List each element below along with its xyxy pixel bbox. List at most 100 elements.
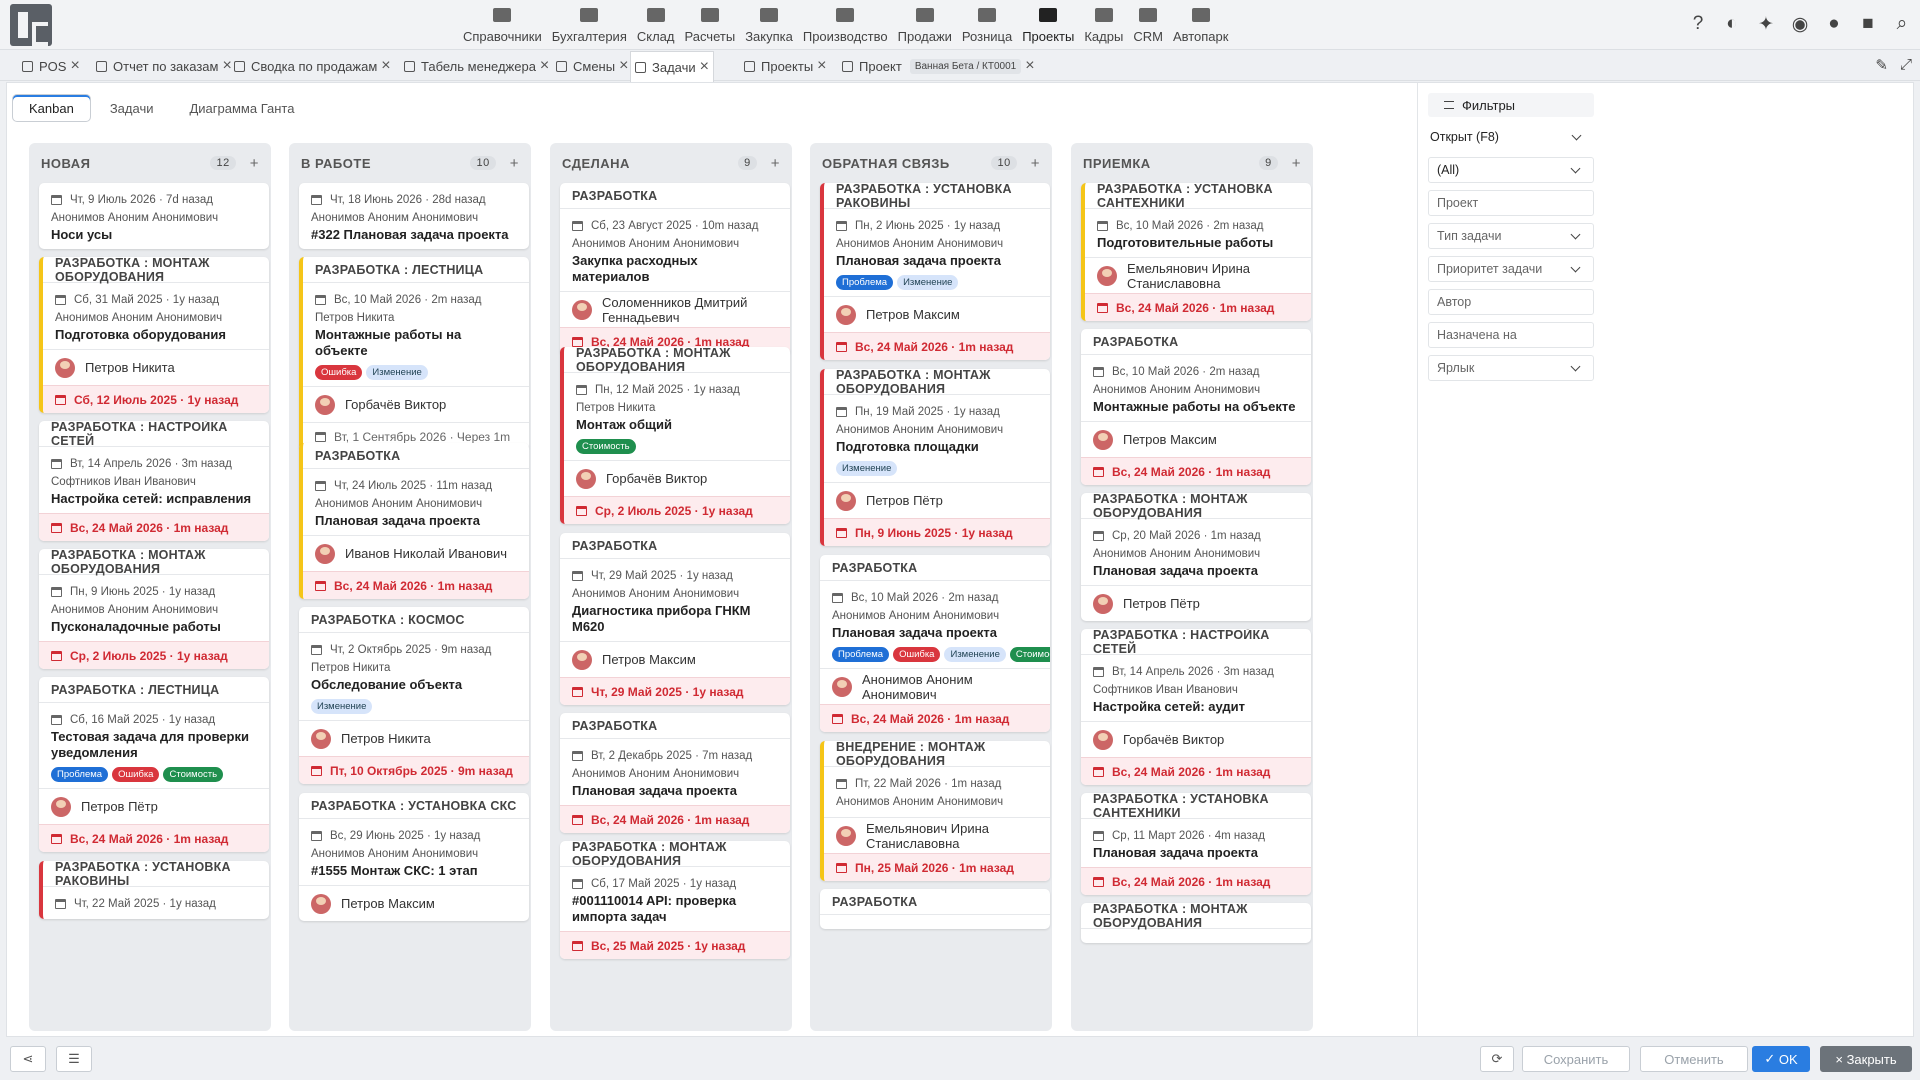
task-card[interactable]: ВНЕДРЕНИЕ : МОНТАЖ ОБОРУДОВАНИЯ Пт, 22 Ма… [820, 741, 1050, 881]
share-button[interactable]: ⋖ [10, 1046, 46, 1072]
task-card[interactable]: РАЗРАБОТКА : МОНТАЖ ОБОРУДОВАНИЯ Сб, 31 М… [39, 257, 269, 413]
task-card[interactable]: РАЗРАБОТКА Вс, 10 Май 2026 · 2m назад Анон… [820, 555, 1050, 732]
module-10[interactable]: CRM [1128, 0, 1168, 50]
top-right-tools: ? ◐ ✦ ◉ ● ■ ⌕ [1686, 12, 1914, 36]
task-card[interactable]: РАЗРАБОТКА : УСТАНОВКА СКС Вс, 29 Июнь 20… [299, 793, 529, 921]
calendar-icon [55, 394, 66, 405]
help-icon[interactable]: ? [1686, 12, 1710, 36]
add-card-button[interactable]: + [1031, 155, 1040, 172]
filters-header[interactable]: Фильтры [1428, 93, 1594, 117]
status-select[interactable]: Открыт (F8) [1428, 124, 1594, 150]
task-card[interactable]: РАЗРАБОТКА : МОНТАЖ ОБОРУДОВАНИЯ Пн, 19 М… [820, 369, 1050, 546]
save-button[interactable]: Сохранить [1522, 1046, 1630, 1072]
module-7[interactable]: Розница [957, 0, 1017, 50]
refresh-button[interactable]: ⟳ [1480, 1046, 1514, 1072]
task-card[interactable]: РАЗРАБОТКА : УСТАНОВКА РАКОВИНЫ Чт, 22 Ма… [39, 861, 269, 919]
task-card[interactable]: РАЗРАБОТКА : МОНТАЖ ОБОРУДОВАНИЯ Пн, 12 М… [560, 347, 790, 524]
doc-tab-1[interactable]: Отчет по заказам × [92, 51, 236, 81]
app-logo[interactable] [10, 4, 52, 46]
close-button[interactable]: × Закрыть [1820, 1046, 1912, 1072]
module-8[interactable]: Проекты [1017, 0, 1079, 50]
task-card[interactable]: РАЗРАБОТКА : НАСТРОЙКА СЕТЕЙ Вт, 14 Апрел… [1081, 629, 1311, 785]
priority-select[interactable]: Приоритет задачи [1428, 256, 1594, 282]
doc-tab-5[interactable]: Задачи × [630, 51, 714, 82]
all-select[interactable]: (All) [1428, 157, 1594, 183]
task-card[interactable]: РАЗРАБОТКА Чт, 24 Июль 2025 · 11m назад Ан… [299, 443, 529, 599]
module-11[interactable]: Автопарк [1168, 0, 1234, 50]
module-6[interactable]: Продажи [893, 0, 957, 50]
close-tab-icon[interactable]: × [381, 57, 390, 75]
module-1[interactable]: Бухгалтерия [547, 0, 632, 50]
card-body: Ср, 11 Март 2026 · 4m назад Плановая зада… [1081, 819, 1311, 867]
task-card[interactable]: РАЗРАБОТКА Чт, 29 Май 2025 · 1y назад Анон… [560, 533, 790, 705]
close-tab-icon[interactable]: × [619, 57, 628, 75]
doc-tab-0[interactable]: POS × [18, 51, 84, 81]
eye-icon[interactable]: ◉ [1788, 12, 1812, 36]
task-card[interactable]: РАЗРАБОТКА Сб, 23 Август 2025 · 10m назад… [560, 183, 790, 355]
chat-icon[interactable]: ● [1822, 12, 1846, 36]
cancel-button[interactable]: Отменить [1640, 1046, 1748, 1072]
task-card[interactable]: РАЗРАБОТКА Вс, 10 Май 2026 · 2m назад Анон… [1081, 329, 1311, 485]
task-card[interactable]: РАЗРАБОТКА : МОНТАЖ ОБОРУДОВАНИЯ Сб, 17 М… [560, 841, 790, 959]
chevron-down-icon [1570, 229, 1581, 239]
contrast-icon[interactable]: ◐ [1720, 12, 1744, 36]
ok-button[interactable]: ✓ OK [1752, 1046, 1810, 1072]
card-assignee: Соломенников Дмитрий Геннадьевич [560, 291, 790, 327]
close-tab-icon[interactable]: × [817, 57, 826, 75]
task-card[interactable]: РАЗРАБОТКА : УСТАНОВКА РАКОВИНЫ Пн, 2 Июн… [820, 183, 1050, 360]
module-0[interactable]: Справочники [458, 0, 547, 50]
doc-tab-2[interactable]: Сводка по продажам × [230, 51, 395, 81]
task-card[interactable]: РАЗРАБОТКА [820, 889, 1050, 929]
task-card[interactable]: РАЗРАБОТКА : КОСМОС Чт, 2 Октябрь 2025 · … [299, 607, 529, 784]
task-card[interactable]: РАЗРАБОТКА : МОНТАЖ ОБОРУДОВАНИЯ Пн, 9 Ию… [39, 549, 269, 669]
close-tab-icon[interactable]: × [700, 58, 709, 76]
add-card-button[interactable]: + [1292, 155, 1301, 172]
module-4[interactable]: Закупка [740, 0, 798, 50]
card-type: РАЗРАБОТКА [560, 713, 790, 739]
bag-icon [976, 5, 998, 25]
doc-tab-3[interactable]: Табель менеджера × [400, 51, 553, 81]
tab-gantt[interactable]: Диаграмма Ганта [173, 95, 310, 121]
task-card[interactable]: РАЗРАБОТКА : ЛЕСТНИЦА Сб, 16 Май 2025 · 1… [39, 677, 269, 852]
assigned-input[interactable]: Назначена на [1428, 322, 1594, 348]
task-card[interactable]: Чт, 9 Июль 2026 · 7d назад Анонимов Анони… [39, 183, 269, 249]
edit-icon[interactable]: ✎ [1875, 56, 1888, 74]
author-input[interactable]: Автор [1428, 289, 1594, 315]
settings-button[interactable]: ☰ [56, 1046, 92, 1072]
doc-tab-6[interactable]: Проекты × [740, 51, 831, 81]
task-card[interactable]: РАЗРАБОТКА : НАСТРОЙКА СЕТЕЙ Вт, 14 Апрел… [39, 421, 269, 541]
tab-kanban[interactable]: Kanban [13, 95, 90, 121]
avatar [311, 728, 331, 749]
task-card[interactable]: РАЗРАБОТКА : УСТАНОВКА САНТЕХНИКИ Вс, 10 … [1081, 183, 1311, 321]
task-card[interactable]: РАЗРАБОТКА : МОНТАЖ ОБОРУДОВАНИЯ [1081, 903, 1311, 943]
add-card-button[interactable]: + [771, 155, 780, 172]
lock-icon[interactable]: ■ [1856, 12, 1880, 36]
card-body: Пн, 2 Июнь 2025 · 1y назад Анонимов Анони… [824, 209, 1050, 296]
module-9[interactable]: Кадры [1079, 0, 1128, 50]
tab-tasks[interactable]: Задачи [94, 95, 170, 121]
doc-tab-4[interactable]: Смены × [552, 51, 632, 81]
task-card[interactable]: РАЗРАБОТКА : ЛЕСТНИЦА Вс, 10 Май 2026 · 2… [299, 257, 529, 450]
tag-badge: Изменение [311, 699, 373, 714]
fullscreen-icon[interactable]: ⤢ [1900, 56, 1912, 74]
close-tab-icon[interactable]: × [540, 57, 549, 75]
card-type: ВНЕДРЕНИЕ : МОНТАЖ ОБОРУДОВАНИЯ [824, 741, 1050, 768]
module-5[interactable]: Производство [798, 0, 893, 50]
task-type-select[interactable]: Тип задачи [1428, 223, 1594, 249]
close-tab-icon[interactable]: × [70, 57, 79, 75]
add-card-button[interactable]: + [250, 155, 259, 172]
close-tab-icon[interactable]: × [1025, 57, 1034, 75]
label-select[interactable]: Ярлык [1428, 355, 1594, 381]
module-3[interactable]: Расчеты [679, 0, 740, 50]
doc-tab-7[interactable]: Проект Ванная Бета / КТ0001 × [838, 51, 1039, 81]
module-2[interactable]: Склад [632, 0, 680, 50]
search-icon[interactable]: ⌕ [1890, 12, 1914, 36]
card-type: РАЗРАБОТКА : МОНТАЖ ОБОРУДОВАНИЯ [43, 257, 269, 284]
task-card[interactable]: Чт, 18 Июнь 2026 · 28d назад Анонимов Ано… [299, 183, 529, 249]
add-card-button[interactable]: + [510, 155, 519, 172]
task-card[interactable]: РАЗРАБОТКА : УСТАНОВКА САНТЕХНИКИ Ср, 11 … [1081, 793, 1311, 895]
task-card[interactable]: РАЗРАБОТКА Вт, 2 Декабрь 2025 · 7m назад А… [560, 713, 790, 833]
task-card[interactable]: РАЗРАБОТКА : МОНТАЖ ОБОРУДОВАНИЯ Ср, 20 М… [1081, 493, 1311, 621]
pin-icon[interactable]: ✦ [1754, 12, 1778, 36]
project-input[interactable]: Проект [1428, 190, 1594, 216]
